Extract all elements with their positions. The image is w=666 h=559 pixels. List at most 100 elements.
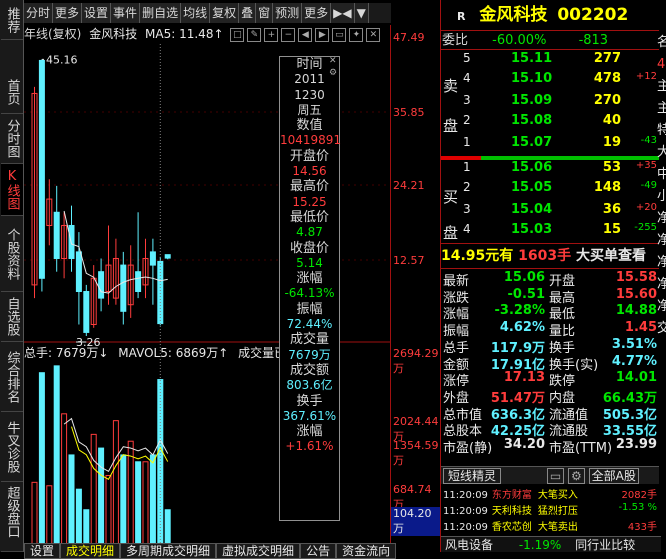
toolbar-button-4[interactable]: 删自选 <box>140 3 182 23</box>
compare-button[interactable]: 同行业比较 <box>575 538 635 552</box>
book-row[interactable]: 3 15.09 270 <box>441 93 661 113</box>
book-side-label: 盘 <box>443 224 459 242</box>
book-row[interactable]: 1 15.06 53 +35 <box>441 160 661 180</box>
nav-item-1[interactable]: 首页 <box>1 70 23 114</box>
period-label[interactable]: 年线(复权) <box>24 27 81 41</box>
toolbar-button-1[interactable]: 更多 <box>53 3 83 23</box>
toolbar-button-12[interactable]: ▼ <box>354 3 369 23</box>
book-level: 1 <box>463 135 471 149</box>
flag-badge: R <box>457 10 466 23</box>
latest-qty: 1603手 <box>518 248 572 264</box>
industry-bar: 风电设备 -1.19% 同行业比较 <box>441 536 661 552</box>
book-level: 3 <box>463 202 471 216</box>
popup-label: 振幅 <box>296 301 323 317</box>
stock-name: 金风科技 <box>89 27 138 41</box>
popup-value: 72.44% <box>286 317 333 332</box>
bottom-tab-2[interactable]: 多周期成交明细 <box>120 543 217 559</box>
toolbar-button-3[interactable]: 事件 <box>111 3 141 23</box>
nav-item-2[interactable]: 分时图 <box>1 114 23 164</box>
close-icon[interactable]: ✕ <box>366 27 381 42</box>
edit-icon[interactable]: ✎ <box>247 27 262 42</box>
bottom-tab-1[interactable]: 成交明细 <box>60 543 121 559</box>
industry-name[interactable]: 风电设备 <box>445 538 493 552</box>
news-value: -1.53 % <box>618 502 657 513</box>
volume-bar <box>149 454 156 544</box>
news-item[interactable]: 11:20:09 天利科技 猛烈打压 -1.53 % <box>443 502 659 517</box>
toolbar-button-2[interactable]: 设置 <box>82 3 112 23</box>
candle-body <box>98 271 105 299</box>
news-tab-shortline[interactable]: 短线精灵 <box>443 468 502 484</box>
news-item[interactable]: 11:20:09 东方财富 大笔买入 2082手 <box>443 486 659 501</box>
popup-label: 最低价 <box>289 209 329 225</box>
nav-item-6[interactable]: 综合排名 <box>1 342 23 412</box>
info-value: 15.58 <box>615 270 657 285</box>
book-row[interactable]: 5 15.11 277 <box>441 51 661 71</box>
bottom-tab-3[interactable]: 虚拟成交明细 <box>216 543 301 559</box>
book-row[interactable]: 4 15.10 478 +12 <box>441 71 661 91</box>
book-price: 15.03 <box>511 222 553 237</box>
settings-icon[interactable]: ✦ <box>349 27 364 42</box>
nav-item-8[interactable]: 超级盘口 <box>1 472 23 552</box>
book-row[interactable]: 2 15.08 40 <box>441 113 661 133</box>
edge-label: 大 <box>657 145 666 160</box>
book-row[interactable]: 3 15.04 36 +20 <box>441 202 661 222</box>
nav-item-4[interactable]: 个股资料 <box>1 216 23 292</box>
toolbar-button-11[interactable]: ▶◀ <box>331 3 355 23</box>
square-icon[interactable]: □ <box>230 27 245 42</box>
bottom-tab-0[interactable]: 设置 <box>24 543 61 559</box>
weibi-row: 委比 -60.00% -813 <box>441 30 659 50</box>
toolbar-button-5[interactable]: 均线 <box>181 3 211 23</box>
toolbar-button-6[interactable]: 复权 <box>210 3 240 23</box>
book-price: 15.11 <box>511 51 553 66</box>
info-value: 4.62% <box>499 320 545 336</box>
info-label: 市盈(静) <box>443 441 493 456</box>
popup-label: 最高价 <box>289 179 329 195</box>
edge-label: 特 <box>657 123 666 138</box>
collapse-icon[interactable]: ▭ <box>332 27 347 42</box>
book-volume: 478 <box>593 71 621 86</box>
toolbar-button-0[interactable]: 分时 <box>24 3 54 23</box>
settings-icon[interactable]: ⚙ <box>329 68 339 78</box>
toolbar-button-7[interactable]: 叠 <box>239 3 257 23</box>
popup-label: 换手 <box>296 393 323 409</box>
popup-label: 涨幅 <box>296 271 323 287</box>
volume-bar <box>135 461 142 544</box>
settings-icon[interactable]: ⚙ <box>568 468 585 484</box>
candle-body <box>164 254 171 259</box>
book-volume: 36 <box>602 202 621 217</box>
bottom-tab-4[interactable]: 公告 <box>300 543 337 559</box>
buy-book: 1 15.06 53 +35 2 15.05 148 -49 3 15.04 36 +20 4 15.03… <box>441 160 659 244</box>
popup-value: 15.25 <box>292 194 327 209</box>
news-item[interactable]: 11:20:09 香农芯创 大笔卖出 433手 <box>443 518 659 533</box>
big-order-link[interactable]: 大买单查看 <box>576 248 646 264</box>
toolbar-button-10[interactable]: 更多 <box>302 3 332 23</box>
volume-bar <box>90 433 97 544</box>
arrow-right-icon[interactable]: ▶ <box>315 27 330 42</box>
candle-body <box>38 59 45 279</box>
book-row[interactable]: 2 15.05 148 -49 <box>441 180 661 200</box>
nav-item-0[interactable]: 推荐 <box>1 0 23 40</box>
book-side-label: 卖 <box>443 77 459 95</box>
toolbar-button-8[interactable]: 窗 <box>256 3 274 23</box>
arrow-left-icon[interactable]: ◀ <box>298 27 313 42</box>
news-tab-all[interactable]: 全部A股 <box>588 468 639 484</box>
volume-bar <box>142 461 149 544</box>
book-row[interactable]: 1 15.07 19 -43 <box>441 135 661 155</box>
popup-label: 收盘价 <box>289 240 329 256</box>
book-row[interactable]: 4 15.03 15 -255 <box>441 222 661 242</box>
y-tick-label: 12.57 <box>393 254 425 267</box>
latest-price-text: 14.95元有 <box>441 248 514 264</box>
book-price: 15.08 <box>511 113 553 128</box>
info-value: 34.20 <box>503 437 545 452</box>
info-value: 1.45 <box>624 320 657 336</box>
bottom-tab-5[interactable]: 资金流向 <box>336 543 397 559</box>
nav-item-5[interactable]: 自选股 <box>1 292 23 342</box>
edge-label: 名 <box>657 35 666 50</box>
close-popup-icon[interactable]: ✕ <box>329 56 339 66</box>
minus-icon[interactable]: − <box>281 27 296 42</box>
nav-item-3[interactable]: K线图 <box>1 164 23 216</box>
volume-bar <box>112 420 119 544</box>
plus-icon[interactable]: + <box>264 27 279 42</box>
toolbar-button-9[interactable]: 预测 <box>273 3 303 23</box>
dropdown-icon[interactable]: ▭ <box>546 468 565 484</box>
